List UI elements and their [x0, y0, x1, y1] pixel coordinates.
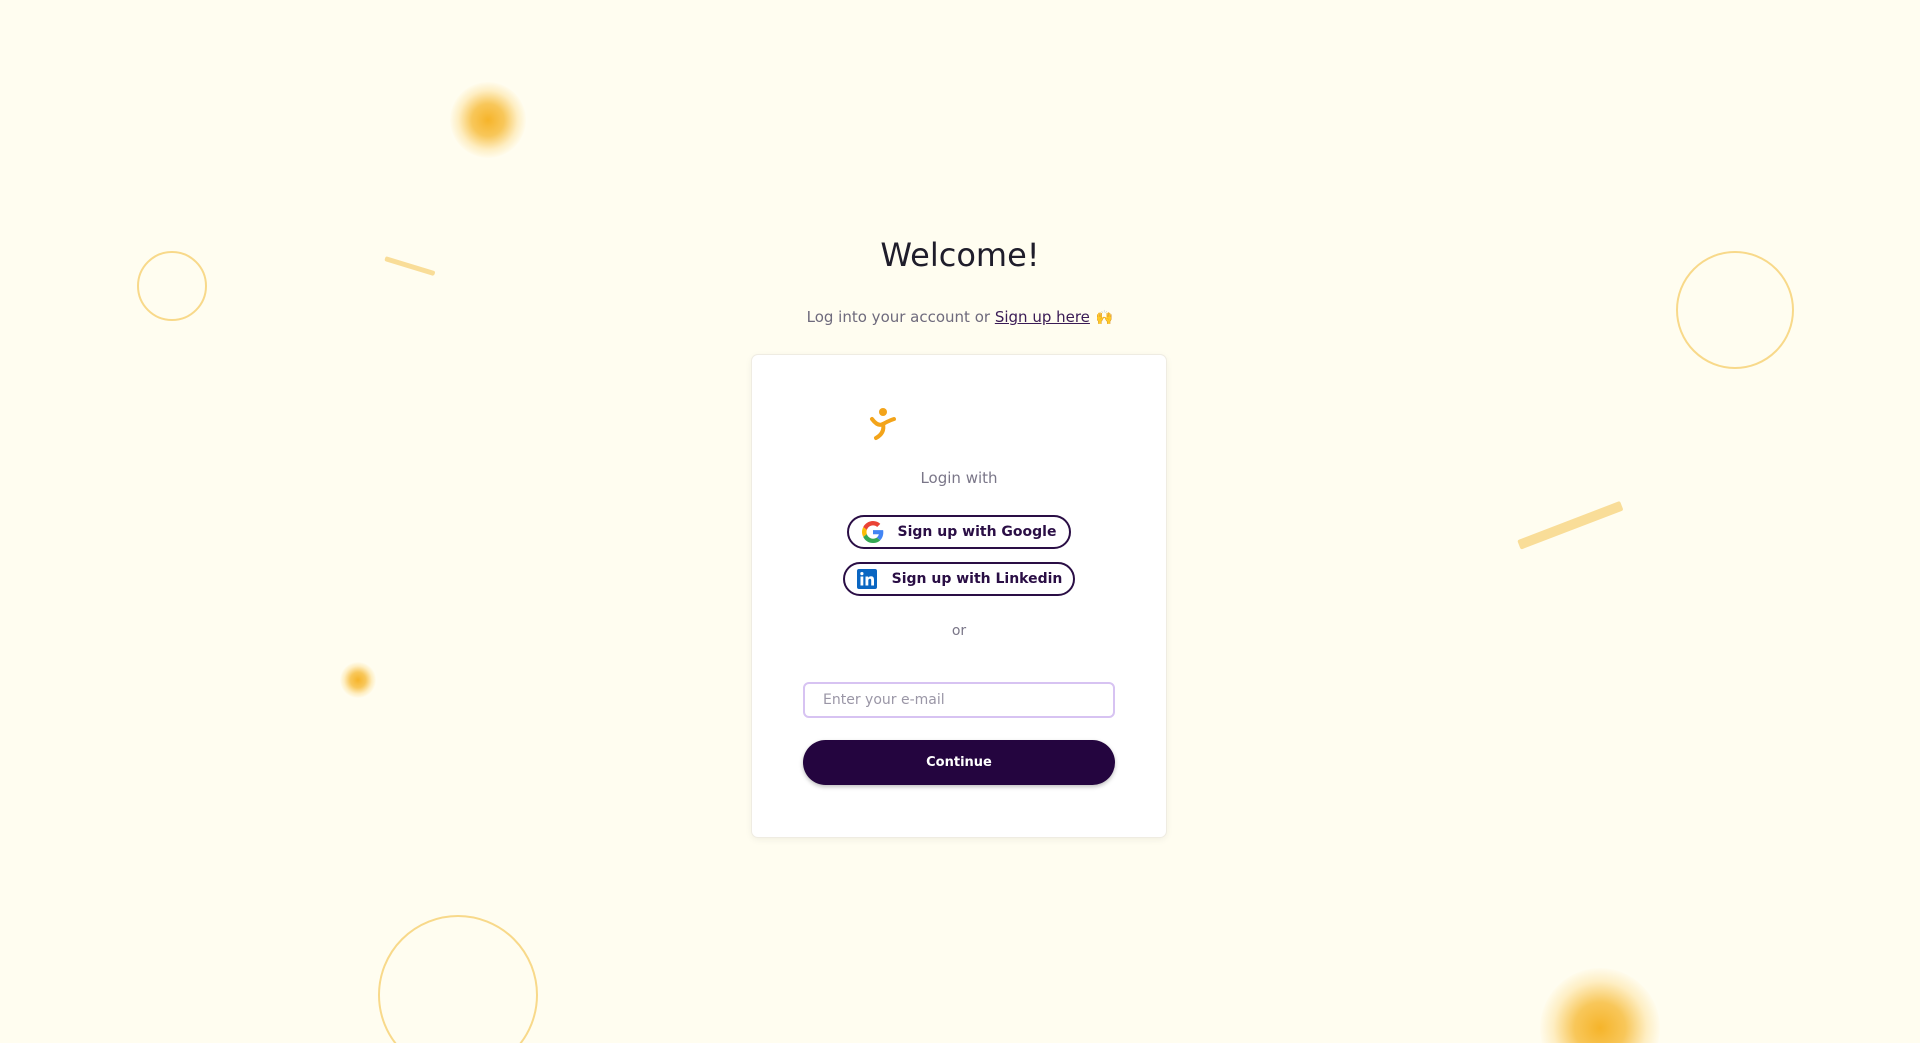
linkedin-signup-button[interactable]: Sign up with Linkedin	[843, 562, 1075, 596]
login-card: Login with Sign up with Google Sign up w…	[752, 355, 1166, 837]
sign-up-link[interactable]: Sign up here	[995, 308, 1090, 326]
email-input[interactable]	[803, 682, 1115, 718]
glow-decoration	[450, 82, 526, 158]
page-title: Welcome!	[880, 236, 1040, 274]
glow-decoration	[1540, 968, 1660, 1043]
circle-decoration	[378, 915, 538, 1043]
login-page: Welcome! Log into your account or Sign u…	[0, 0, 1920, 1043]
glow-decoration	[340, 662, 376, 698]
brand-figure-icon	[870, 408, 896, 440]
bar-decoration	[1517, 500, 1624, 550]
login-with-label: Login with	[920, 469, 998, 487]
raised-hands-emoji: 🙌	[1095, 310, 1114, 326]
linkedin-icon	[856, 568, 878, 590]
subtitle-text: Log into your account or	[806, 308, 995, 326]
google-button-label: Sign up with Google	[897, 524, 1057, 540]
linkedin-button-label: Sign up with Linkedin	[891, 571, 1063, 587]
or-divider: or	[951, 623, 967, 639]
google-icon	[861, 521, 884, 543]
subtitle: Log into your account or Sign up here 🙌	[0, 308, 1920, 326]
google-signup-button[interactable]: Sign up with Google	[847, 515, 1071, 549]
continue-button[interactable]: Continue	[803, 740, 1115, 785]
